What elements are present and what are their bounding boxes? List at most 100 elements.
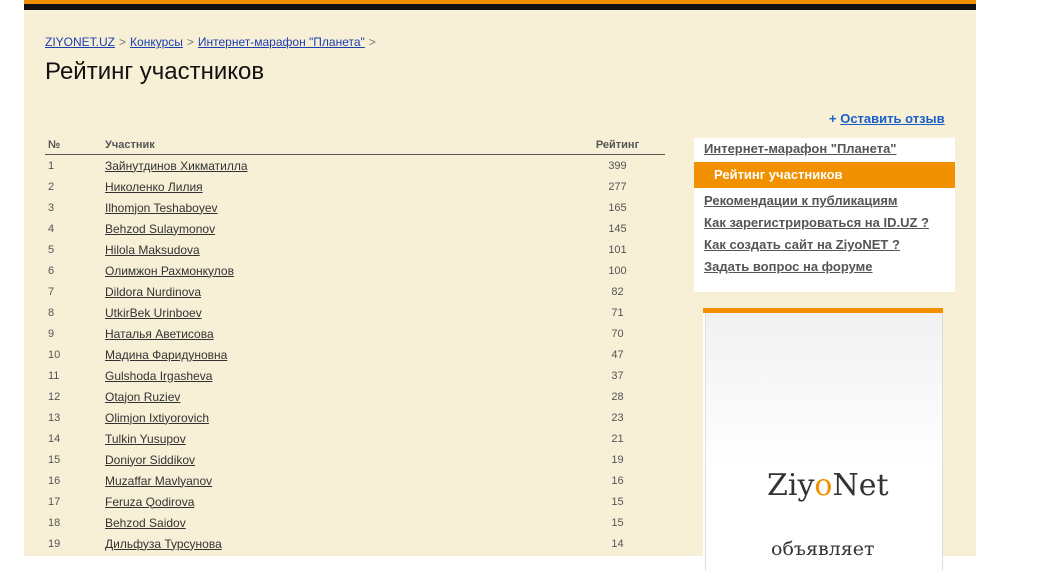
sidebar-item-1[interactable]: Интернет-марафон "Планета" xyxy=(694,138,955,160)
row-rating: 100 xyxy=(608,264,627,277)
header-number: № xyxy=(45,136,105,155)
row-participant: Николенко Лилия xyxy=(105,176,570,197)
row-number: 1 xyxy=(48,159,55,172)
row-number: 7 xyxy=(48,285,55,298)
row-participant: Зайнутдинов Хикматилла xyxy=(105,155,570,177)
participant-link[interactable]: Behzod Saidov xyxy=(105,516,186,530)
sidebar-item-2[interactable]: Рейтинг участников xyxy=(694,162,955,188)
row-rating: 19 xyxy=(611,453,624,466)
participant-link[interactable]: Doniyor Siddikov xyxy=(105,453,195,467)
table-row: 15 Doniyor Siddikov 19 xyxy=(45,449,665,470)
participant-link[interactable]: Muzaffar Mavlyanov xyxy=(105,474,212,488)
row-rating: 399 xyxy=(608,159,627,172)
row-number: 10 xyxy=(48,348,61,361)
plus-icon: + xyxy=(829,111,837,126)
row-participant: Gulshoda Irgasheva xyxy=(105,365,570,386)
row-number: 8 xyxy=(48,306,55,319)
table-row: 7 Dildora Nurdinova 82 xyxy=(45,281,665,302)
table-row: 1 Зайнутдинов Хикматилла 399 xyxy=(45,155,665,177)
table-row: 12 Otajon Ruziev 28 xyxy=(45,386,665,407)
row-number: 6 xyxy=(48,264,55,277)
row-participant: Olimjon Ixtiyorovich xyxy=(105,407,570,428)
participant-link[interactable]: Наталья Аветисова xyxy=(105,327,214,341)
breadcrumb-marathon-link[interactable]: Интернет-марафон "Планета" xyxy=(198,35,365,49)
row-number: 5 xyxy=(48,243,55,256)
table-row: 17 Feruza Qodirova 15 xyxy=(45,491,665,512)
breadcrumb-separator: > xyxy=(119,35,127,49)
banner-background xyxy=(705,313,943,571)
sidebar-item-3[interactable]: Рекомендации к публикациям xyxy=(694,190,955,212)
rating-table-body: 1 Зайнутдинов Хикматилла 399 2 Николенко Лил… xyxy=(45,155,665,555)
participant-link[interactable]: Ilhomjon Teshaboyev xyxy=(105,201,218,215)
participant-link[interactable]: Olimjon Ixtiyorovich xyxy=(105,411,209,425)
rating-table: № Участник Рейтинг 1 Зайнутдинов Хикматил… xyxy=(45,136,665,554)
participant-link[interactable]: Dildora Nurdinova xyxy=(105,285,201,299)
participant-link[interactable]: UtkirBek Urinboev xyxy=(105,306,202,320)
row-rating: 16 xyxy=(611,474,624,487)
ziyonet-logo: ZiyoNet xyxy=(767,468,889,503)
row-number: 2 xyxy=(48,180,55,193)
sidebar-item-4[interactable]: Как зарегистрироваться на ID.UZ ? xyxy=(694,212,955,234)
row-rating: 145 xyxy=(608,222,627,235)
row-number: 19 xyxy=(48,537,61,550)
table-row: 8 UtkirBek Urinboev 71 xyxy=(45,302,665,323)
row-participant: Ilhomjon Teshaboyev xyxy=(105,197,570,218)
row-participant: Hilola Maksudova xyxy=(105,239,570,260)
sidebar-item-6[interactable]: Задать вопрос на форуме xyxy=(694,256,955,278)
row-participant: Behzod Saidov xyxy=(105,512,570,533)
table-row: 9 Наталья Аветисова 70 xyxy=(45,323,665,344)
row-rating: 82 xyxy=(611,285,624,298)
row-number: 13 xyxy=(48,411,61,424)
row-participant: Олимжон Рахмонкулов xyxy=(105,260,570,281)
participant-link[interactable]: Мадина Фаридуновна xyxy=(105,348,227,362)
row-participant: Мадина Фаридуновна xyxy=(105,344,570,365)
participant-link[interactable]: Otajon Ruziev xyxy=(105,390,180,404)
sidebar-item-5[interactable]: Как создать сайт на ZiyoNET ? xyxy=(694,234,955,256)
row-participant: Дильфуза Турсунова xyxy=(105,533,570,554)
participant-link[interactable]: Feruza Qodirova xyxy=(105,495,194,509)
banner-slogan: объявляет xyxy=(771,538,875,560)
row-rating: 165 xyxy=(608,201,627,214)
row-number: 17 xyxy=(48,495,61,508)
row-participant: Feruza Qodirova xyxy=(105,491,570,512)
participant-link[interactable]: Tulkin Yusupov xyxy=(105,432,186,446)
row-rating: 47 xyxy=(611,348,624,361)
participant-link[interactable]: Дильфуза Турсунова xyxy=(105,537,222,551)
logo-text-o: o xyxy=(814,468,833,503)
leave-feedback-link[interactable]: Оставить отзыв xyxy=(840,111,944,126)
participant-link[interactable]: Олимжон Рахмонкулов xyxy=(105,264,234,278)
row-rating: 23 xyxy=(611,411,624,424)
participant-link[interactable]: Зайнутдинов Хикматилла xyxy=(105,159,248,173)
row-participant: Doniyor Siddikov xyxy=(105,449,570,470)
row-rating: 71 xyxy=(611,306,624,319)
row-number: 15 xyxy=(48,453,61,466)
row-number: 14 xyxy=(48,432,61,445)
row-number: 11 xyxy=(48,369,60,382)
table-row: 14 Tulkin Yusupov 21 xyxy=(45,428,665,449)
participant-link[interactable]: Gulshoda Irgasheva xyxy=(105,369,212,383)
feedback-action: + Оставить отзыв xyxy=(829,111,945,126)
breadcrumb-contests-link[interactable]: Конкурсы xyxy=(130,35,183,49)
row-rating: 101 xyxy=(608,243,627,256)
breadcrumb-home-link[interactable]: ZIYONET.UZ xyxy=(45,35,115,49)
row-rating: 28 xyxy=(611,390,624,403)
table-row: 3 Ilhomjon Teshaboyev 165 xyxy=(45,197,665,218)
participant-link[interactable]: Hilola Maksudova xyxy=(105,243,200,257)
ziyonet-banner[interactable]: ZiyoNet объявляет xyxy=(703,308,943,571)
row-rating: 15 xyxy=(611,516,624,529)
row-participant: Наталья Аветисова xyxy=(105,323,570,344)
row-participant: UtkirBek Urinboev xyxy=(105,302,570,323)
participant-link[interactable]: Николенко Лилия xyxy=(105,180,203,194)
table-row: 2 Николенко Лилия 277 xyxy=(45,176,665,197)
breadcrumb: ZIYONET.UZ > Конкурсы > Интернет-марафон "Пл… xyxy=(45,35,380,49)
breadcrumb-separator: > xyxy=(368,35,376,49)
row-participant: Tulkin Yusupov xyxy=(105,428,570,449)
participant-link[interactable]: Behzod Sulaymonov xyxy=(105,222,215,236)
row-participant: Behzod Sulaymonov xyxy=(105,218,570,239)
row-number: 3 xyxy=(48,201,55,214)
header-rating: Рейтинг xyxy=(570,136,665,155)
row-rating: 21 xyxy=(611,432,624,445)
table-header-row: № Участник Рейтинг xyxy=(45,136,665,155)
content-panel: ZIYONET.UZ > Конкурсы > Интернет-марафон "Пл… xyxy=(24,10,976,571)
table-row: 10 Мадина Фаридуновна 47 xyxy=(45,344,665,365)
